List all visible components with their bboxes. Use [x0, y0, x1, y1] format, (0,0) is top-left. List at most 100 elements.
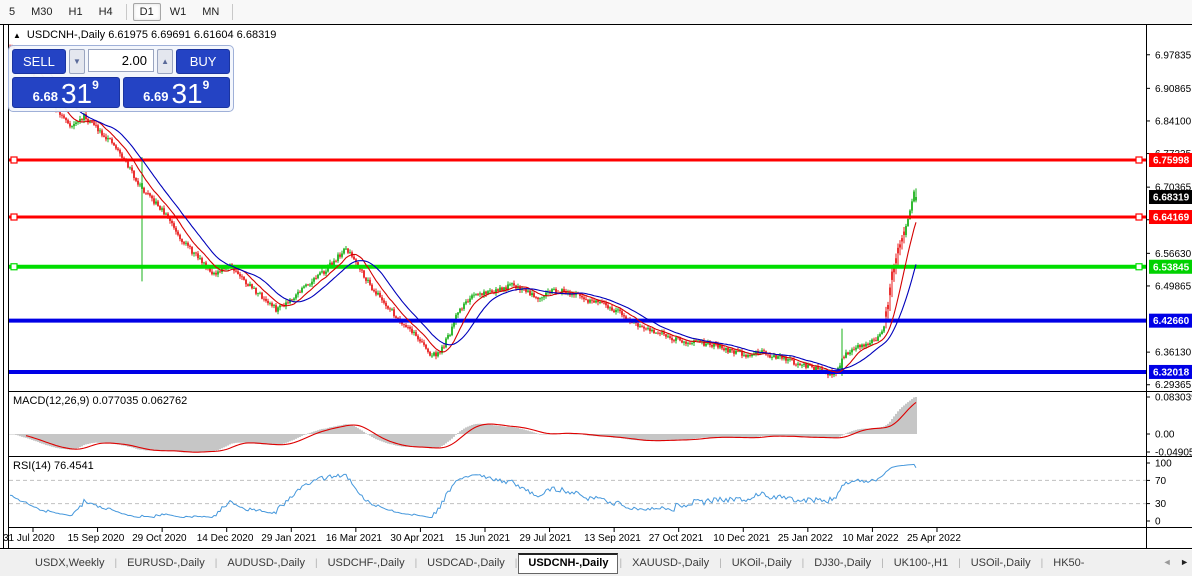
sell-price-pip: 9: [92, 78, 99, 92]
line-handle[interactable]: [10, 156, 18, 164]
timeframe-button-5[interactable]: 5: [2, 3, 22, 21]
svg-text:10 Mar 2022: 10 Mar 2022: [842, 533, 899, 544]
tab-scroll-left-icon[interactable]: ◄: [1163, 557, 1172, 567]
tab-separator: |: [414, 557, 418, 569]
svg-text:6.64169: 6.64169: [1153, 213, 1190, 224]
svg-text:29 Jan 2021: 29 Jan 2021: [261, 533, 316, 544]
svg-text:30: 30: [1155, 499, 1167, 510]
svg-text:6.56630: 6.56630: [1155, 249, 1192, 260]
tab-usdx-weekly[interactable]: USDX,Weekly: [26, 553, 113, 573]
svg-text:6.49865: 6.49865: [1155, 281, 1192, 292]
svg-text:10 Dec 2021: 10 Dec 2021: [713, 533, 770, 544]
tab-separator: |: [214, 557, 218, 569]
toolbar-separator: [232, 4, 234, 20]
collapse-panel-icon[interactable]: ▲: [13, 31, 21, 40]
svg-text:6.53845: 6.53845: [1153, 262, 1190, 273]
volume-input[interactable]: [88, 49, 154, 72]
timeframe-button-m30[interactable]: M30: [24, 3, 59, 21]
symbol-tab-bar: USDX,Weekly | EURUSD-,Daily | AUDUSD-,Daily |…: [0, 550, 1192, 576]
volume-increase-button[interactable]: ▲: [157, 49, 174, 74]
svg-text:15 Sep 2020: 15 Sep 2020: [68, 533, 125, 544]
svg-text:100: 100: [1155, 459, 1172, 470]
line-handle[interactable]: [1135, 156, 1143, 164]
tab-separator: |: [1040, 557, 1044, 569]
one-click-trading-panel: SELL ▼ ▲ BUY 6.68 31 9 6.69 31 9: [8, 45, 234, 112]
sell-button[interactable]: SELL: [12, 49, 66, 74]
tab-eurusd-daily[interactable]: EURUSD-,Daily: [118, 553, 214, 573]
line-handle[interactable]: [1135, 263, 1143, 271]
tab-scroll-right-icon[interactable]: ►: [1180, 557, 1189, 567]
svg-text:70: 70: [1155, 476, 1167, 487]
tab-uk100-h1[interactable]: UK100-,H1: [885, 553, 957, 573]
svg-text:6.68319: 6.68319: [1153, 193, 1190, 204]
svg-text:0.00: 0.00: [1155, 430, 1175, 441]
svg-text:25 Apr 2022: 25 Apr 2022: [907, 533, 961, 544]
svg-text:6.29365: 6.29365: [1155, 380, 1192, 391]
svg-text:6.42660: 6.42660: [1153, 316, 1190, 327]
timeframe-button-h4[interactable]: H4: [92, 3, 120, 21]
tab-hk50[interactable]: HK50-: [1044, 553, 1093, 573]
timeframe-button-w1[interactable]: W1: [163, 3, 194, 21]
svg-text:6.90865: 6.90865: [1155, 84, 1192, 95]
buy-price-small: 6.69: [143, 89, 169, 104]
tab-ukoil-daily[interactable]: UKOil-,Daily: [723, 553, 801, 573]
tab-xauusd-daily[interactable]: XAUUSD-,Daily: [623, 553, 718, 573]
svg-text:6.97835: 6.97835: [1155, 50, 1192, 61]
tab-separator: |: [514, 557, 518, 569]
rsi-label: RSI(14) 76.4541: [13, 460, 94, 472]
volume-decrease-button[interactable]: ▼: [68, 49, 85, 74]
chart-title: ▲ USDCNH-,Daily 6.61975 6.69691 6.61604 …: [13, 29, 276, 41]
buy-price-pip: 9: [202, 78, 210, 92]
tab-separator: |: [314, 557, 318, 569]
tab-separator: |: [881, 557, 884, 569]
timeframe-button-h1[interactable]: H1: [62, 3, 90, 21]
sell-price-big: 31: [60, 78, 93, 110]
svg-text:14 Dec 2020: 14 Dec 2020: [197, 533, 254, 544]
line-handle[interactable]: [10, 263, 18, 271]
tab-usdcad-daily[interactable]: USDCAD-,Daily: [418, 553, 514, 573]
svg-text:6.84100: 6.84100: [1155, 116, 1192, 127]
chevron-up-icon: ▲: [161, 57, 170, 66]
buy-price-big: 31: [171, 78, 203, 110]
price-scale[interactable]: 6.978356.908656.841006.773356.703656.636…: [1146, 50, 1192, 528]
svg-text:-0.04905: -0.04905: [1155, 448, 1192, 459]
tab-dj30-daily[interactable]: DJ30-,Daily: [805, 553, 880, 573]
time-scale[interactable]: 31 Jul 2020 15 Sep 2020 29 Oct 2020 14 Dec …: [3, 528, 961, 544]
tab-usoil-daily[interactable]: USOil-,Daily: [962, 553, 1040, 573]
tab-scroll-arrows: ◄ ►: [1163, 557, 1189, 567]
buy-price-display[interactable]: 6.69 31 9: [122, 77, 230, 110]
svg-text:0: 0: [1155, 517, 1161, 528]
tab-separator: |: [719, 557, 722, 569]
svg-text:0.083039: 0.083039: [1155, 393, 1192, 404]
tab-audusd-daily[interactable]: AUDUSD-,Daily: [218, 553, 314, 573]
sell-price-display[interactable]: 6.68 31 9: [12, 77, 120, 108]
tab-separator: |: [958, 557, 961, 569]
tab-separator: |: [114, 557, 118, 569]
line-handle[interactable]: [1135, 213, 1143, 221]
chevron-down-icon: ▼: [72, 57, 81, 66]
horizontal-lines[interactable]: [9, 156, 1146, 374]
svg-text:6.36130: 6.36130: [1155, 348, 1192, 359]
timeframe-button-d1[interactable]: D1: [132, 3, 161, 21]
timeframe-button-mn[interactable]: MN: [195, 3, 226, 21]
sell-price-small: 6.68: [32, 89, 58, 104]
line-handle[interactable]: [10, 213, 18, 221]
svg-text:15 Jun 2021: 15 Jun 2021: [455, 533, 510, 544]
tab-usdchf-daily[interactable]: USDCHF-,Daily: [319, 553, 414, 573]
tab-separator: |: [619, 557, 623, 569]
tab-usdcnh-daily[interactable]: USDCNH-,Daily: [518, 552, 619, 574]
chart-title-text: USDCNH-,Daily 6.61975 6.69691 6.61604 6.…: [26, 29, 277, 41]
svg-text:29 Oct 2020: 29 Oct 2020: [132, 533, 187, 544]
macd-label: MACD(12,26,9) 0.077035 0.062762: [13, 395, 188, 407]
svg-text:16 Mar 2021: 16 Mar 2021: [326, 533, 383, 544]
timeframe-toolbar: 5 M30 H1 H4 D1 W1 MN: [0, 0, 1192, 24]
svg-text:29 Jul 2021: 29 Jul 2021: [520, 533, 572, 544]
svg-text:30 Apr 2021: 30 Apr 2021: [390, 533, 444, 544]
svg-text:25 Jan 2022: 25 Jan 2022: [778, 533, 833, 544]
rsi-indicator: [9, 463, 1146, 519]
toolbar-separator: [125, 4, 127, 20]
buy-button[interactable]: BUY: [176, 49, 230, 74]
svg-text:27 Oct 2021: 27 Oct 2021: [649, 533, 704, 544]
svg-text:13 Sep 2021: 13 Sep 2021: [584, 533, 641, 544]
svg-text:6.75998: 6.75998: [1153, 156, 1190, 167]
